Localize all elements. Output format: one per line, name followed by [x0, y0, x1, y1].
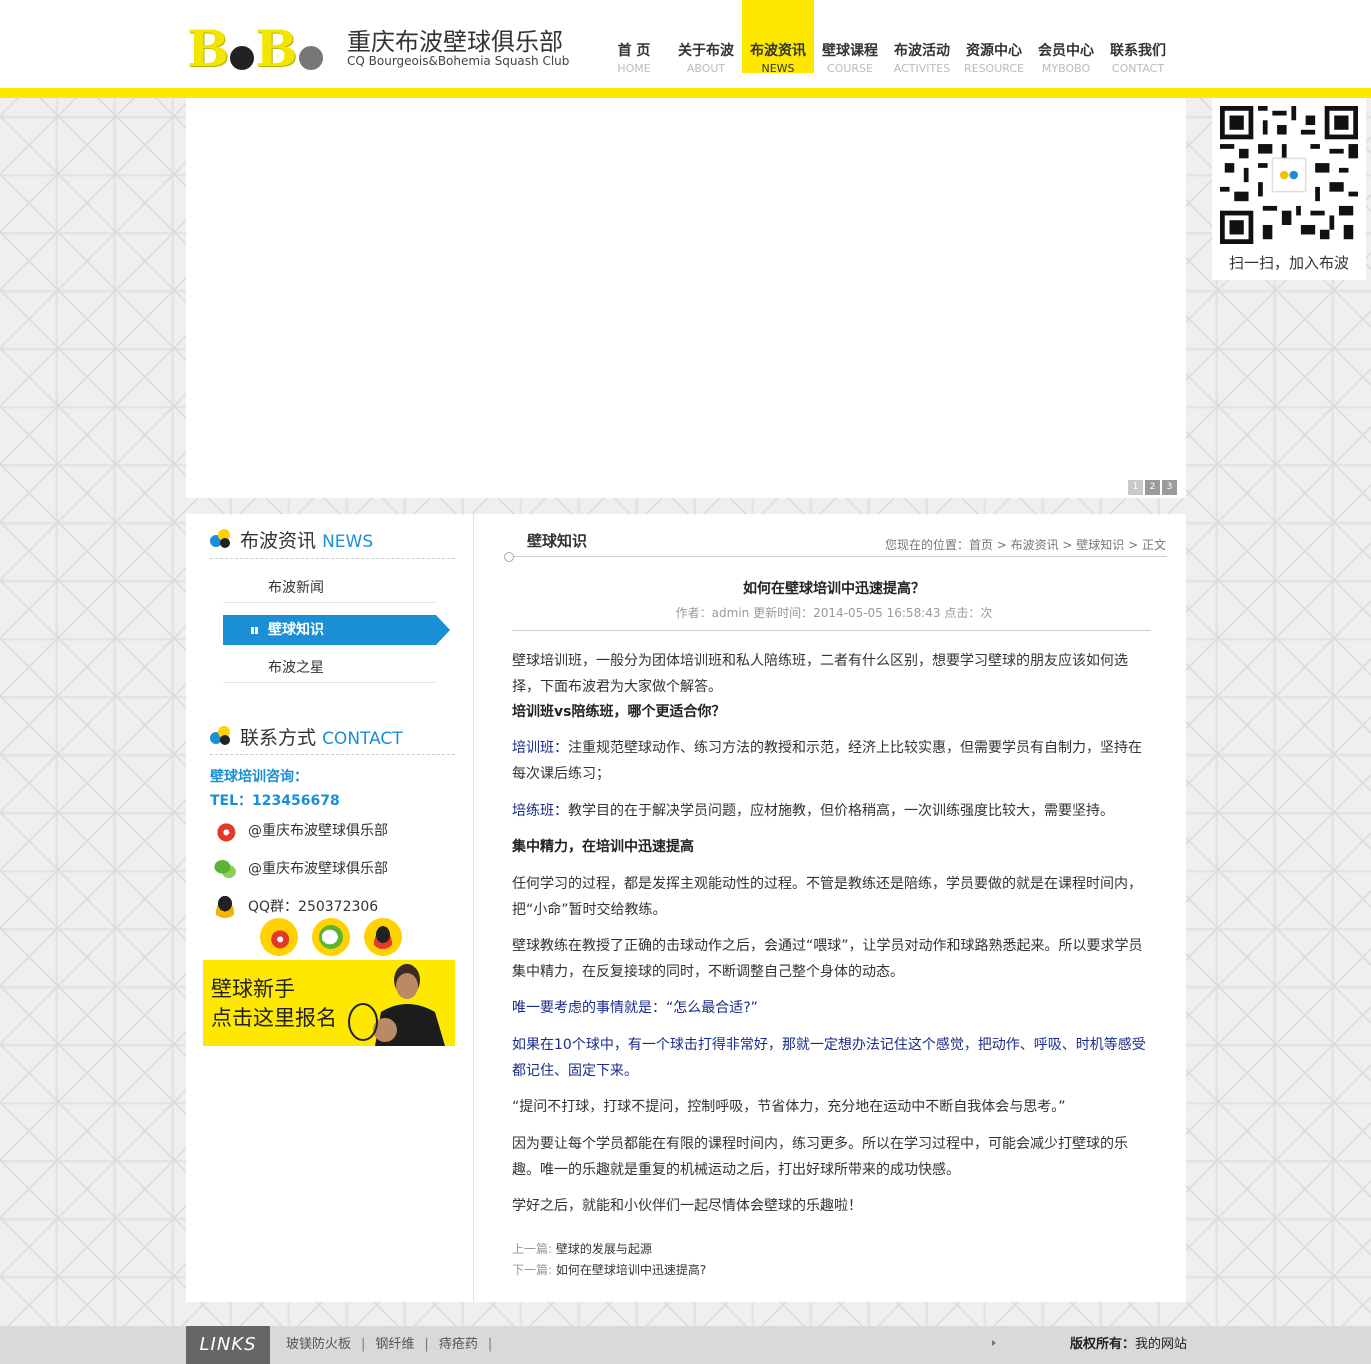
contact-qq[interactable]: QQ群：250372306	[212, 894, 378, 918]
banner-slider[interactable]	[186, 98, 1186, 498]
column-divider	[473, 514, 474, 1302]
tel-number: TEL：123456678	[210, 793, 340, 809]
article-subheading: 培训班vs陪练班，哪个更适合你？	[512, 704, 726, 720]
nav-home[interactable]: 首 页 HOME	[598, 0, 670, 75]
prev-article: 上一篇: 壁球的发展与起源	[512, 1242, 652, 1256]
qr-panel: 扫一扫，加入布波	[1212, 98, 1366, 280]
article-paragraph: 培练班：教学目的在于解决学员问题，应材施教，但价格稍高，一次训练强度比较大，需要…	[512, 803, 1114, 819]
article-title: 如何在壁球培训中迅速提高？	[743, 581, 925, 597]
next-article-link[interactable]: 如何在壁球培训中迅速提高?	[556, 1263, 706, 1277]
nav-about[interactable]: 关于布波 ABOUT	[670, 0, 742, 75]
article-paragraph: 学好之后，就能和小伙伴们一起尽情体会壁球的乐趣啦！	[512, 1198, 862, 1214]
nav-mybobo[interactable]: 会员中心 MYBOBO	[1030, 0, 1102, 75]
content-panel: 布波资讯 NEWS 布波新闻 壁球知识 布波之星 联系方式 CONTACT 壁球…	[186, 514, 1186, 1302]
nav-activities[interactable]: 布波活动 ACTIVITES	[886, 0, 958, 75]
article-paragraph: 如果在10个球中，有一个球击打得非常好，那就一定想办法记住这个感觉，把动作、呼吸…	[512, 1037, 1146, 1079]
article-subheading: 集中精力，在培训中迅速提高	[512, 839, 694, 855]
section-divider	[508, 556, 1167, 557]
logo-mark: BB	[187, 20, 324, 74]
article-paragraph: 培训班：注重规范壁球动作、练习方法的教授和示范，经济上比较实惠，但需要学员有自制…	[512, 740, 1142, 782]
grid-bullet-icon	[251, 627, 258, 634]
brand-dots-icon	[210, 529, 234, 549]
site-subtitle: CQ Bourgeois&Bohemia Squash Club	[347, 54, 570, 68]
social-buttons	[260, 918, 416, 956]
footer-link[interactable]: 玻镁防火板	[286, 1337, 351, 1352]
section-title: 壁球知识	[527, 532, 588, 550]
article-paragraph: 任何学习的过程，都是发挥主观能动性的过程。不管是教练还是陪练，学员要做的就是在课…	[512, 876, 1142, 918]
article-divider	[512, 630, 1151, 631]
article-paragraph: “提问不打球，打球不提问，控制呼吸，节省体力，充分地在运动中不断自我体会与思考。…	[512, 1099, 1066, 1115]
article-paragraph: 壁球培训班，一般分为团体培训班和私人陪练班，二者有什么区别，想要学习壁球的朋友应…	[512, 653, 1128, 695]
article-paragraph: 唯一要考虑的事情就是：“怎么最合适?”	[512, 1000, 758, 1016]
footer-links: 玻镁防火板 | 钢纤维 | 痔疮药 |	[286, 1337, 493, 1352]
player-photo	[348, 964, 445, 1046]
sidebar-contact-title: 联系方式 CONTACT	[210, 723, 403, 750]
contact-wechat[interactable]: @重庆布波壁球俱乐部	[212, 856, 388, 880]
weibo-icon	[212, 818, 238, 842]
site-logo[interactable]: BB 重庆布波壁球俱乐部 CQ Bourgeois&Bohemia Squash…	[187, 20, 587, 74]
copyright: 版权所有：我的网站	[1070, 1337, 1188, 1352]
wechat-icon	[212, 856, 238, 880]
qr-code-icon	[1220, 106, 1358, 244]
nav-resource[interactable]: 资源中心 RESOURCE	[958, 0, 1030, 75]
next-article: 下一篇: 如何在壁球培训中迅速提高?	[512, 1263, 707, 1277]
sidebar-item-news[interactable]: 布波新闻	[223, 573, 436, 603]
nav-news[interactable]: 布波资讯 NEWS	[742, 0, 814, 75]
footer-link[interactable]: 钢纤维	[375, 1337, 414, 1352]
article-paragraph: 因为要让每个学员都能在有限的课程时间内，练习更多。所以在学习过程中，可能会减少打…	[512, 1136, 1128, 1178]
consult-label: 壁球培训咨询：	[210, 769, 308, 785]
banner-pager: 1 2 3	[1126, 480, 1177, 495]
weibo-button-icon[interactable]	[260, 918, 298, 956]
qq-button-icon[interactable]	[364, 918, 402, 956]
article-paragraph: 壁球教练在教授了正确的击球动作之后，会通过“喂球”，让学员对动作和球路熟悉起来。…	[512, 938, 1143, 980]
sidebar-divider	[210, 754, 455, 755]
qq-penguin-icon	[212, 894, 238, 918]
footer-link[interactable]: 痔疮药	[439, 1337, 478, 1352]
breadcrumb[interactable]: 您现在的位置：首页 > 布波资讯 > 壁球知识 > 正文	[885, 536, 1166, 553]
site-footer: LINKS 玻镁防火板 | 钢纤维 | 痔疮药 | 版权所有：我的网站	[0, 1326, 1371, 1364]
sidebar-divider	[210, 558, 455, 559]
main-nav: 首 页 HOME 关于布波 ABOUT 布波资讯 NEWS 壁球课程 COURSE 布波…	[598, 0, 1174, 75]
signup-text: 壁球新手 点击这里报名	[211, 977, 337, 1030]
pager-dot-1[interactable]: 1	[1128, 480, 1143, 495]
signup-banner[interactable]: 壁球新手 点击这里报名	[203, 960, 455, 1046]
divider-circle-icon	[504, 552, 514, 562]
site-header: BB 重庆布波壁球俱乐部 CQ Bourgeois&Bohemia Squash…	[0, 0, 1371, 88]
prev-article-link[interactable]: 壁球的发展与起源	[556, 1242, 652, 1256]
nav-contact[interactable]: 联系我们 CONTACT	[1102, 0, 1174, 75]
site-title: 重庆布波壁球俱乐部	[347, 28, 563, 56]
nav-course[interactable]: 壁球课程 COURSE	[814, 0, 886, 75]
small-arrow-icon	[992, 1340, 996, 1346]
links-label: LINKS	[186, 1326, 270, 1364]
sidebar-item-knowledge[interactable]: 壁球知识	[223, 615, 450, 645]
contact-weibo[interactable]: @重庆布波壁球俱乐部	[212, 818, 388, 842]
pager-dot-3[interactable]: 3	[1162, 480, 1177, 495]
sidebar-item-stars[interactable]: 布波之星	[223, 653, 436, 683]
article-meta: 作者：admin 更新时间：2014-05-05 16:58:43 点击：次	[675, 606, 993, 620]
sidebar-news-title: 布波资讯 NEWS	[210, 526, 373, 553]
header-accent-bar	[0, 88, 1371, 98]
wechat-button-icon[interactable]	[312, 918, 350, 956]
pager-dot-2[interactable]: 2	[1145, 480, 1160, 495]
brand-dots-icon	[210, 726, 234, 746]
qr-caption: 扫一扫，加入布波	[1228, 254, 1349, 272]
